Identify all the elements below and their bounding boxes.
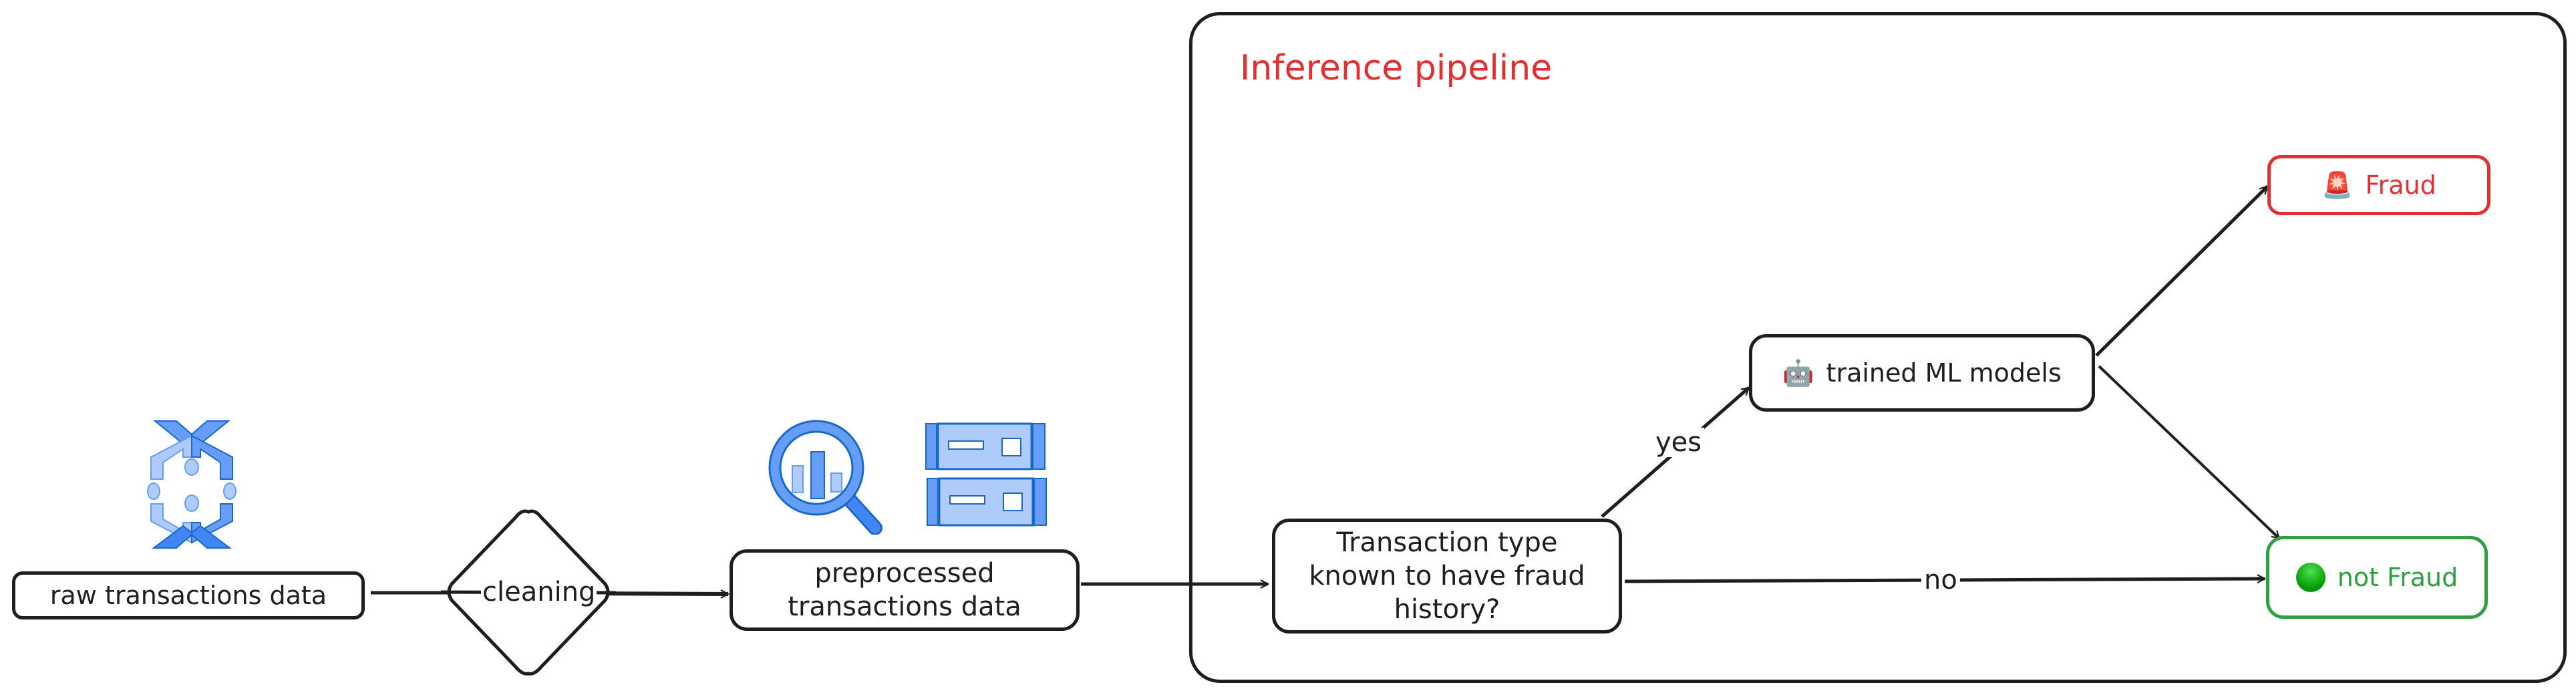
edge-label-no: no xyxy=(1921,565,1960,595)
node-not-fraud[interactable]: not Fraud xyxy=(2266,536,2488,619)
node-preprocessed-transactions-data[interactable]: preprocessed transactions data xyxy=(730,549,1080,631)
cleaning-label: cleaning xyxy=(481,577,597,607)
node-label: Fraud xyxy=(2365,170,2436,200)
node-label: preprocessed transactions data xyxy=(788,558,1021,622)
bigquery-icon xyxy=(768,420,882,535)
node-label: not Fraud xyxy=(2337,563,2458,592)
node-label: trained ML models xyxy=(1826,358,2062,388)
node-label: raw transactions data xyxy=(49,581,327,610)
inference-pipeline-title: Inference pipeline xyxy=(1240,48,1553,88)
dataflow-icon xyxy=(147,420,236,549)
node-label: Transaction type known to have fraud his… xyxy=(1309,527,1585,625)
storage-icon xyxy=(925,422,1047,527)
green-circle-icon xyxy=(2295,563,2325,592)
node-transaction-type-question[interactable]: Transaction type known to have fraud his… xyxy=(1272,519,1622,634)
node-trained-ml-models[interactable]: 🤖 trained ML models xyxy=(1749,334,2095,412)
edge-label-yes: yes xyxy=(1653,428,1705,457)
node-raw-transactions-data[interactable]: raw transactions data xyxy=(12,571,365,619)
node-fraud[interactable]: 🚨 Fraud xyxy=(2267,155,2490,215)
robot-icon: 🤖 xyxy=(1782,358,1814,388)
siren-icon: 🚨 xyxy=(2321,170,2354,200)
